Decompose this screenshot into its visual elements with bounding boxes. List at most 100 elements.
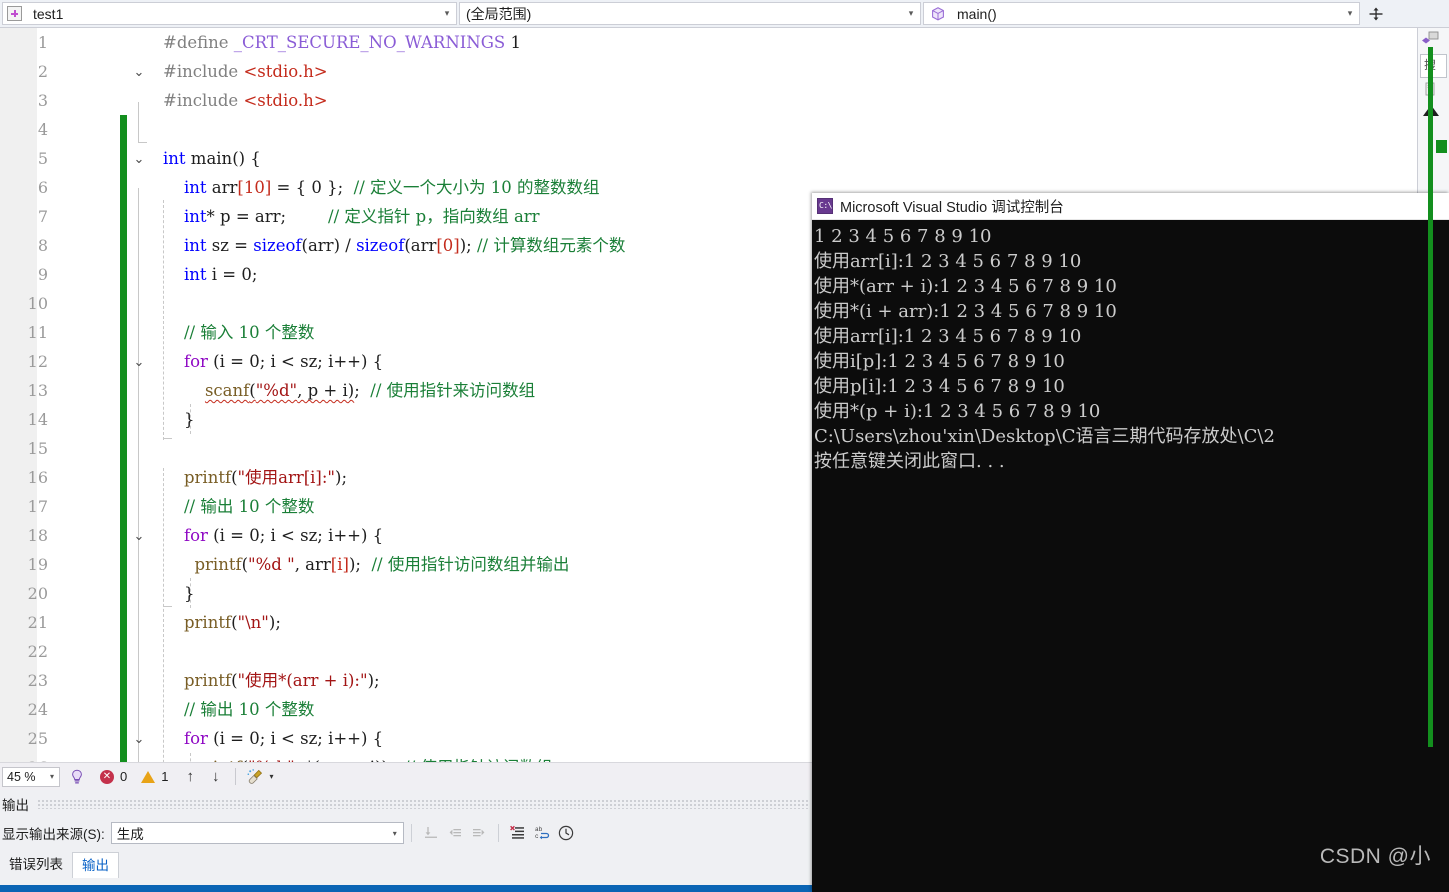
- warning-icon: [141, 771, 155, 783]
- code-line-text: for (i = 0; i < sz; i++) {: [163, 724, 383, 753]
- fold-toggle-icon[interactable]: ⌄: [130, 347, 148, 376]
- line-number: 21: [0, 608, 48, 637]
- console-line: 使用p[i]:1 2 3 4 5 6 7 8 9 10: [814, 374, 1449, 399]
- code-line[interactable]: 2⌄#include <stdio.h>: [0, 57, 1410, 86]
- code-line[interactable]: 4: [0, 115, 1410, 144]
- code-line-text: #define _CRT_SECURE_NO_WARNINGS 1: [163, 28, 521, 57]
- line-number: 13: [0, 376, 48, 405]
- line-number: 1: [0, 28, 48, 57]
- console-output-text: 1 2 3 4 5 6 7 8 9 10使用arr[i]:1 2 3 4 5 6…: [812, 220, 1449, 892]
- code-line[interactable]: 3 #include <stdio.h>: [0, 86, 1410, 115]
- fold-toggle-icon[interactable]: ⌄: [130, 144, 148, 173]
- tab-error-list[interactable]: 错误列表: [0, 852, 72, 878]
- code-line-text: printf("使用*(arr + i):");: [163, 666, 380, 695]
- code-line-text: printf("%d ", *(arr + i)); // 使用指针访问数组: [163, 753, 552, 762]
- previous-issue-button[interactable]: ↑: [186, 768, 194, 785]
- clear-all-icon[interactable]: [506, 822, 530, 844]
- toolbar-divider: [498, 824, 499, 842]
- project-selector[interactable]: test1 ▾: [2, 2, 457, 25]
- member-selector[interactable]: main() ▾: [923, 2, 1360, 25]
- solution-search-input[interactable]: 搜: [1420, 54, 1447, 78]
- chevron-down-icon[interactable]: ▾: [387, 829, 403, 838]
- output-source-value: 生成: [112, 823, 387, 843]
- line-number: 7: [0, 202, 48, 231]
- line-number: 4: [0, 115, 48, 144]
- console-title-bar[interactable]: Microsoft Visual Studio 调试控制台: [812, 193, 1449, 220]
- chevron-down-icon[interactable]: ▾: [902, 9, 920, 18]
- csdn-watermark: CSDN @小: [1320, 840, 1431, 870]
- previous-message-icon[interactable]: [443, 822, 467, 844]
- tab-output[interactable]: 输出: [72, 852, 119, 878]
- toolbar-divider: [235, 768, 236, 785]
- fold-toggle-icon[interactable]: ⌄: [130, 724, 148, 753]
- zoom-level-value: 45 %: [3, 770, 45, 784]
- line-number: 6: [0, 173, 48, 202]
- scope-selector-value: (全局范围): [460, 4, 902, 24]
- error-count-value: 0: [120, 769, 127, 784]
- fold-toggle-icon[interactable]: ⌄: [130, 57, 148, 86]
- console-line: 按任意键关闭此窗口. . .: [814, 449, 1449, 474]
- console-line: 使用*(i + arr):1 2 3 4 5 6 7 8 9 10: [814, 299, 1449, 324]
- panel-drag-grip[interactable]: [37, 799, 808, 809]
- output-pane-header: 输出: [0, 790, 812, 818]
- next-message-icon[interactable]: [467, 822, 491, 844]
- code-line-text: scanf("%d", p + i); // 使用指针来访问数组: [163, 376, 535, 405]
- chevron-down-icon[interactable]: ▾: [438, 9, 456, 18]
- error-icon: ✕: [100, 770, 114, 784]
- line-number: 25: [0, 724, 48, 753]
- chevron-down-icon[interactable]: ▾: [45, 772, 59, 781]
- console-cmd-icon: [817, 198, 833, 214]
- code-cleanup-broom-icon[interactable]: ▾: [246, 768, 273, 786]
- code-line-text: // 输出 10 个整数: [163, 695, 314, 724]
- line-number: 17: [0, 492, 48, 521]
- zoom-level-selector[interactable]: 45 % ▾: [2, 767, 60, 787]
- go-to-message-icon[interactable]: [419, 822, 443, 844]
- toggle-timestamps-icon[interactable]: [554, 822, 578, 844]
- output-source-selector[interactable]: 生成 ▾: [111, 822, 404, 844]
- scope-selector[interactable]: (全局范围) ▾: [459, 2, 921, 25]
- scrollbar-change-track: [1428, 47, 1433, 747]
- code-line-text: printf("使用arr[i]:");: [163, 463, 347, 492]
- console-line: 使用i[p]:1 2 3 4 5 6 7 8 9 10: [814, 349, 1449, 374]
- line-number: 14: [0, 405, 48, 434]
- code-line-text: printf("\n");: [163, 608, 281, 637]
- line-number: 3: [0, 86, 48, 115]
- fold-toggle-icon[interactable]: ⌄: [130, 521, 148, 550]
- line-number: 23: [0, 666, 48, 695]
- line-number: 20: [0, 579, 48, 608]
- code-line-text: #include <stdio.h>: [163, 86, 328, 115]
- toggle-word-wrap-icon[interactable]: ab c: [530, 822, 554, 844]
- scrollbar-position-marker: [1436, 140, 1447, 153]
- method-cube-icon: [930, 6, 946, 22]
- code-line-text: #include <stdio.h>: [163, 57, 328, 86]
- line-number: 26: [0, 753, 48, 762]
- warning-count-indicator[interactable]: 1: [141, 769, 168, 784]
- code-line-text: printf("%d ", arr[i]); // 使用指针访问数组并输出: [163, 550, 569, 579]
- chevron-down-icon[interactable]: ▾: [1341, 9, 1359, 18]
- code-line[interactable]: 1 #define _CRT_SECURE_NO_WARNINGS 1: [0, 28, 1410, 57]
- line-number: 5: [0, 144, 48, 173]
- console-title-text: Microsoft Visual Studio 调试控制台: [840, 196, 1064, 217]
- svg-text:c: c: [535, 833, 539, 840]
- output-source-label: 显示输出来源(S):: [0, 823, 105, 843]
- error-count-indicator[interactable]: ✕ 0: [100, 769, 127, 784]
- code-line-text: }: [163, 579, 194, 608]
- intellisense-bulb-icon[interactable]: [68, 768, 86, 786]
- solution-explorer-icon[interactable]: [1418, 28, 1449, 50]
- console-line: C:\Users\zhou'xin\Desktop\C语言三期代码存放处\C\2: [814, 424, 1449, 449]
- console-line: 使用*(p + i):1 2 3 4 5 6 7 8 9 10: [814, 399, 1449, 424]
- output-pane: 输出 显示输出来源(S): 生成 ▾: [0, 790, 812, 885]
- code-line[interactable]: 5⌄int main() {: [0, 144, 1410, 173]
- member-selector-value: main(): [951, 6, 1341, 22]
- line-number: 8: [0, 231, 48, 260]
- warning-count-value: 1: [161, 769, 168, 784]
- chevron-down-icon[interactable]: ▾: [269, 772, 273, 781]
- debug-console-window[interactable]: Microsoft Visual Studio 调试控制台 1 2 3 4 5 …: [812, 193, 1449, 892]
- line-number: 19: [0, 550, 48, 579]
- cpp-file-icon: [7, 6, 22, 21]
- next-issue-button[interactable]: ↓: [212, 768, 220, 785]
- output-pane-title: 输出: [2, 794, 29, 814]
- console-line: 使用*(arr + i):1 2 3 4 5 6 7 8 9 10: [814, 274, 1449, 299]
- svg-text:ab: ab: [535, 826, 543, 833]
- horizontal-split-icon[interactable]: [1364, 2, 1388, 25]
